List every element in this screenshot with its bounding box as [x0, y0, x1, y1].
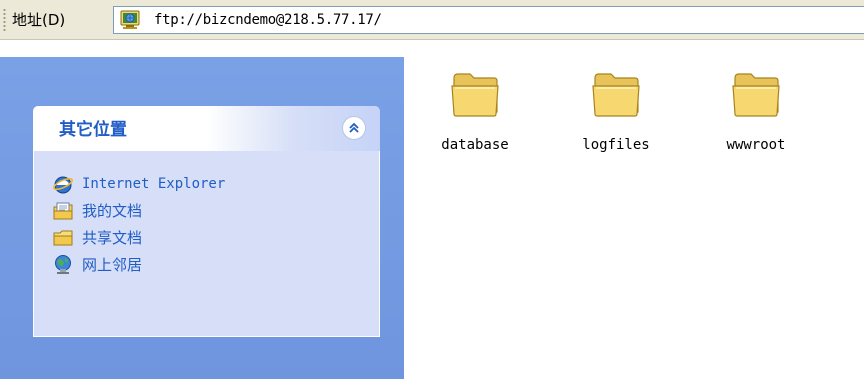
- link-label: 网上邻居: [82, 256, 143, 274]
- link-label: 共享文档: [82, 229, 143, 247]
- link-network-places[interactable]: 网上邻居: [52, 252, 362, 278]
- link-shared-documents[interactable]: 共享文档: [52, 225, 362, 251]
- folder-name: wwwroot: [726, 137, 786, 153]
- link-label: 我的文档: [82, 202, 143, 220]
- address-bar: 地址(D) ftp://bizcndemo@218.5.77.17/: [0, 0, 864, 40]
- my-documents-icon: [53, 202, 73, 220]
- collapse-button[interactable]: [342, 116, 366, 140]
- link-label: Internet Explorer: [82, 176, 226, 192]
- task-pane: 其它位置 Internet Explorer 我的文档 共享文档 网上邻居: [0, 57, 404, 379]
- folder-name: database: [441, 137, 509, 153]
- ftp-site-icon: [120, 10, 142, 30]
- link-internet-explorer[interactable]: Internet Explorer: [52, 171, 362, 197]
- folder-database[interactable]: database: [420, 68, 530, 168]
- folder-icon: [451, 73, 499, 117]
- chevron-up-double-icon: [349, 122, 359, 133]
- folder-name: logfiles: [582, 137, 650, 153]
- folder-logfiles[interactable]: logfiles: [561, 68, 671, 168]
- address-url: ftp://bizcndemo@218.5.77.17/: [154, 12, 382, 28]
- link-my-documents[interactable]: 我的文档: [52, 198, 362, 224]
- internet-explorer-icon: [53, 176, 73, 194]
- folder-wwwroot[interactable]: wwwroot: [701, 68, 811, 168]
- folder-icon: [732, 73, 780, 117]
- address-input[interactable]: ftp://bizcndemo@218.5.77.17/: [113, 6, 864, 34]
- shared-folder-icon: [53, 230, 73, 246]
- network-places-icon: [55, 255, 71, 274]
- toolbar-grip[interactable]: [3, 8, 6, 32]
- other-places-panel: 其它位置 Internet Explorer 我的文档 共享文档 网上邻居: [33, 106, 380, 337]
- folder-icon: [592, 73, 640, 117]
- other-places-body: Internet Explorer 我的文档 共享文档 网上邻居: [33, 151, 380, 337]
- other-places-header[interactable]: 其它位置: [33, 106, 380, 151]
- other-places-title: 其它位置: [59, 120, 127, 140]
- address-label: 地址(D): [12, 11, 66, 29]
